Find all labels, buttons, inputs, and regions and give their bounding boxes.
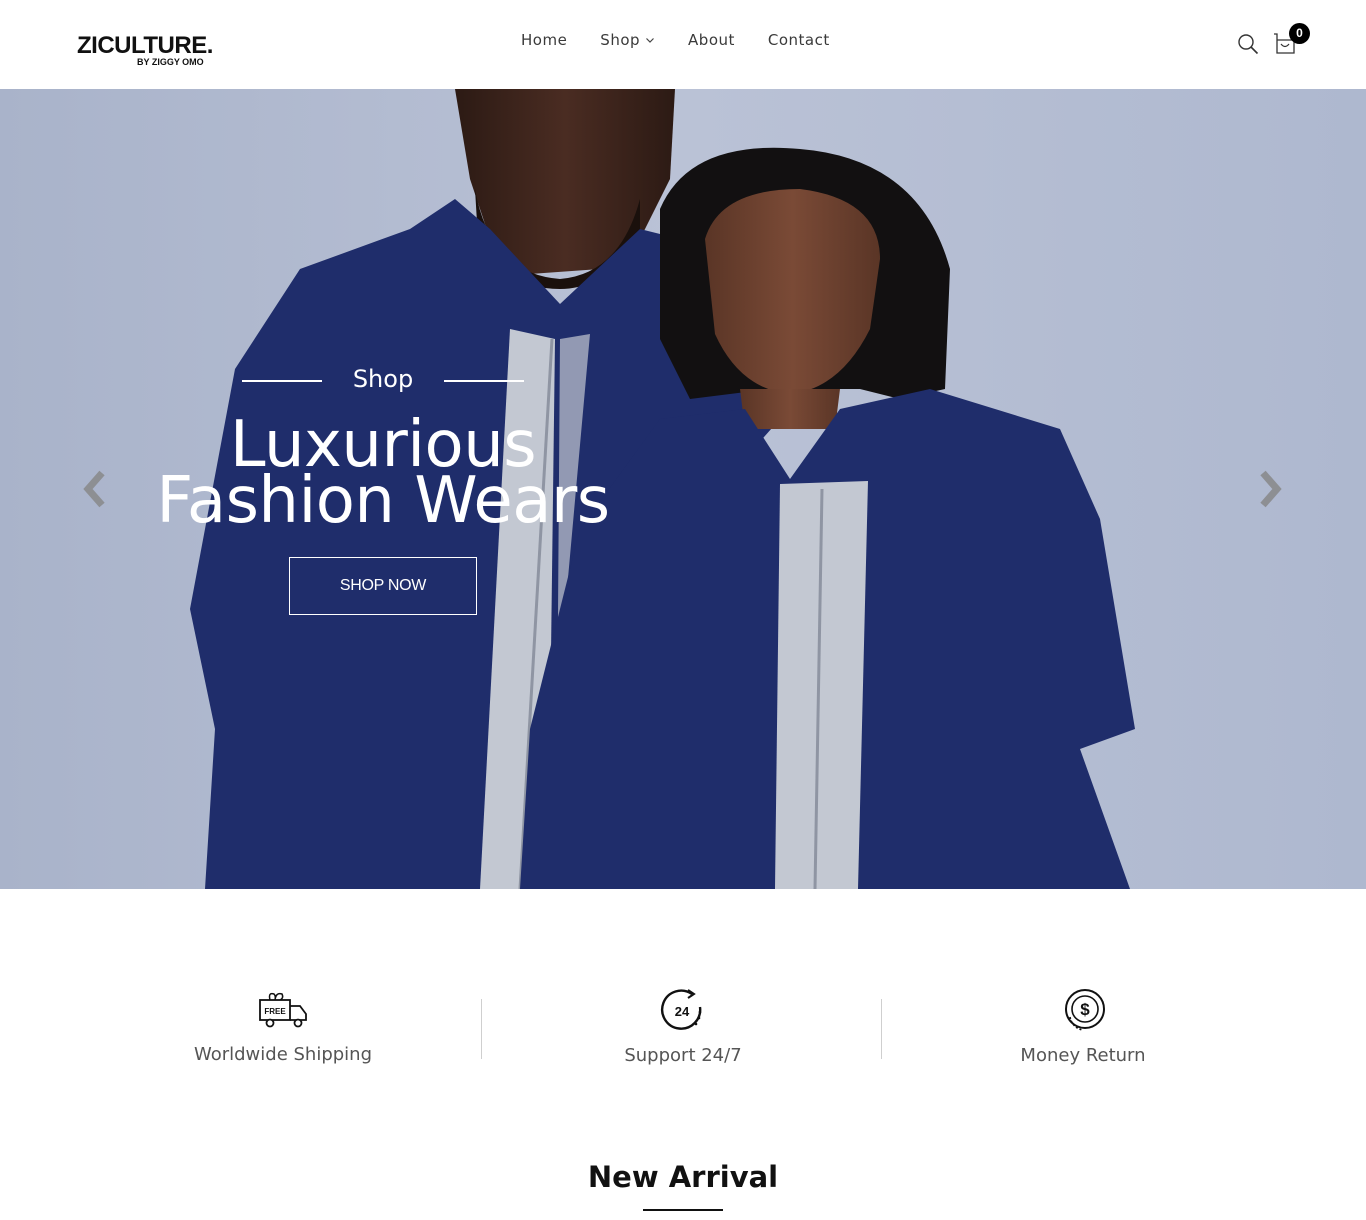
hero-kicker-text: Shop — [352, 365, 414, 393]
feature-money-return-label: Money Return — [1020, 1045, 1146, 1066]
feature-shipping-label: Worldwide Shipping — [193, 1044, 373, 1065]
nav-about-label: About — [688, 31, 735, 49]
section-title-new-arrival: New Arrival — [587, 1160, 779, 1194]
hero-title: Luxurious Fashion Wears — [100, 413, 666, 538]
nav-shop-label: Shop — [600, 31, 641, 49]
site-header: ZICULTURE. BY ZIGGY OMO Home Shop About … — [0, 0, 1366, 89]
feature-support: 24 Support 24/7 — [533, 987, 833, 1066]
search-icon[interactable] — [1237, 33, 1259, 55]
feature-money-return: $ Money Return — [933, 987, 1233, 1066]
logo-name: ZICULTURE. — [77, 32, 213, 59]
shop-now-button[interactable]: SHOP NOW — [289, 557, 477, 615]
nav-about[interactable]: About — [688, 31, 735, 49]
feature-support-label: Support 24/7 — [624, 1045, 742, 1066]
chevron-down-icon — [646, 38, 654, 43]
support-24-clock-icon: 24 — [661, 989, 702, 1030]
feature-divider — [481, 999, 482, 1059]
nav-shop[interactable]: Shop — [600, 31, 655, 49]
chevron-left-icon[interactable] — [80, 469, 110, 509]
svg-text:FREE: FREE — [264, 1007, 286, 1016]
main-nav: Home Shop About Contact — [521, 31, 830, 49]
feature-divider — [881, 999, 882, 1059]
cart-count-badge: 0 — [1289, 23, 1310, 44]
features-bar: FREE Worldwide Shipping 24 Support 24/7 … — [0, 889, 1366, 1149]
nav-home-label: Home — [521, 31, 568, 49]
chevron-right-icon[interactable] — [1255, 469, 1285, 509]
nav-contact-label: Contact — [767, 31, 830, 49]
svg-text:$: $ — [1080, 1000, 1090, 1019]
feature-shipping: FREE Worldwide Shipping — [133, 986, 433, 1065]
kicker-line-right — [444, 380, 524, 382]
hero-title-line2: Fashion Wears — [156, 464, 610, 538]
svg-text:24: 24 — [675, 1004, 690, 1019]
logo-tagline: BY ZIGGY OMO — [137, 57, 204, 67]
hero-slider: Shop Luxurious Fashion Wears SHOP NOW — [0, 89, 1366, 889]
money-return-icon: $ — [1065, 989, 1105, 1031]
hero-kicker: Shop — [242, 365, 524, 395]
section-title-underline — [643, 1209, 723, 1211]
nav-home[interactable]: Home — [521, 31, 567, 49]
free-delivery-truck-icon: FREE — [259, 992, 307, 1028]
site-logo[interactable]: ZICULTURE. BY ZIGGY OMO — [77, 32, 227, 68]
nav-contact[interactable]: Contact — [768, 31, 830, 49]
